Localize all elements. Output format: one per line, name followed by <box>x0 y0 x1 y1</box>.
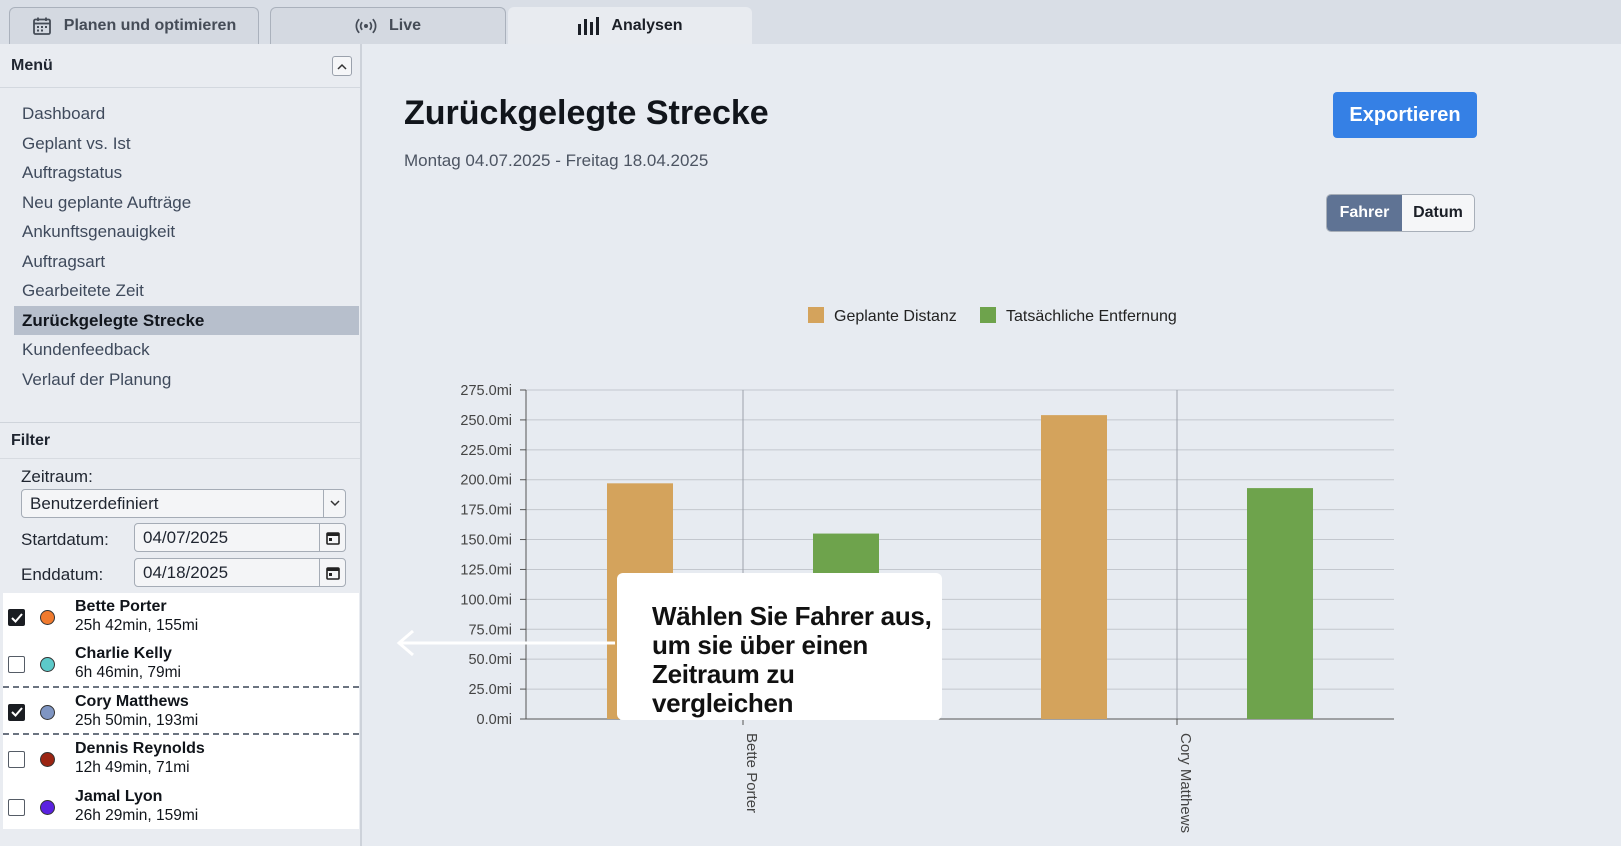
tab-analysen[interactable]: Analysen <box>508 7 752 44</box>
period-select[interactable]: Benutzerdefiniert <box>21 489 346 518</box>
tab-live[interactable]: Live <box>270 7 506 44</box>
driver-name: Jamal Lyon <box>75 787 163 805</box>
divider <box>0 422 360 423</box>
top-tab-bar: Planen und optimieren Live Analysen <box>0 0 1621 44</box>
legend-label: Geplante Distanz <box>834 308 957 325</box>
menu-list: Dashboard Geplant vs. Ist Auftragstatus … <box>14 99 359 394</box>
menu-item-dashboard[interactable]: Dashboard <box>14 99 359 129</box>
y-tick-label: 250.0mi <box>460 413 512 429</box>
chevron-down-icon <box>323 490 345 517</box>
bar <box>1041 415 1107 719</box>
period-label: Zeitraum: <box>21 467 93 486</box>
callout-text: Wählen Sie Fahrer aus, um sie über einen… <box>652 601 932 718</box>
driver-stats: 6h 46min, 79mi <box>75 664 181 682</box>
chevron-up-icon <box>337 57 347 75</box>
end-date-label: Enddatum: <box>21 565 104 584</box>
driver-checkbox[interactable] <box>8 798 25 816</box>
y-tick-label: 100.0mi <box>460 592 512 608</box>
distance-bar-chart: 0.0mi25.0mi50.0mi75.0mi100.0mi125.0mi150… <box>460 307 1394 833</box>
start-date-input[interactable]: 04/07/2025 <box>134 523 346 552</box>
legend-swatch <box>808 307 824 323</box>
y-tick-label: 175.0mi <box>460 503 512 519</box>
divider <box>0 458 360 459</box>
calendar-icon <box>32 16 52 36</box>
driver-stats: 26h 29min, 159mi <box>75 806 199 824</box>
menu-item-gearbeitete-zeit[interactable]: Gearbeitete Zeit <box>14 276 359 306</box>
driver-color-dot <box>40 704 55 720</box>
driver-color-dot <box>40 799 55 815</box>
menu-item-neu-geplante-auftraege[interactable]: Neu geplante Aufträge <box>14 188 359 218</box>
driver-checkbox[interactable] <box>8 656 25 674</box>
menu-item-ankunftsgenauigkeit[interactable]: Ankunftsgenauigkeit <box>14 217 359 247</box>
driver-checkbox[interactable] <box>8 703 25 721</box>
driver-list: Bette Porter 25h 42min, 155mi Charlie Ke… <box>3 593 359 829</box>
arrow-left-icon <box>396 629 615 657</box>
driver-name: Dennis Reynolds <box>75 740 205 758</box>
list-item[interactable]: Bette Porter 25h 42min, 155mi <box>3 593 359 640</box>
list-item[interactable]: Dennis Reynolds 12h 49min, 71mi <box>3 735 359 782</box>
menu-item-kundenfeedback[interactable]: Kundenfeedback <box>14 335 359 365</box>
tooltip-callout: Wählen Sie Fahrer aus, um sie über einen… <box>617 573 942 720</box>
menu-title: Menü <box>11 57 53 74</box>
driver-color-dot <box>40 610 55 625</box>
driver-color-dot <box>40 752 55 768</box>
calendar-picker-icon[interactable] <box>319 559 345 586</box>
calendar-picker-icon[interactable] <box>319 524 345 551</box>
tab-label: Analysen <box>611 17 683 34</box>
tab-label: Planen und optimieren <box>63 17 237 34</box>
filter-title: Filter <box>11 432 51 449</box>
list-item[interactable]: Cory Matthews 25h 50min, 193mi <box>3 688 359 736</box>
driver-stats: 25h 42min, 155mi <box>75 617 199 634</box>
start-date-label: Startdatum: <box>21 530 109 549</box>
driver-name: Bette Porter <box>75 598 167 615</box>
y-tick-label: 225.0mi <box>460 443 512 459</box>
driver-checkbox[interactable] <box>8 751 25 769</box>
y-tick-label: 25.0mi <box>468 682 512 698</box>
y-tick-label: 0.0mi <box>477 712 512 728</box>
driver-checkbox[interactable] <box>8 609 25 626</box>
driver-name: Cory Matthews <box>75 692 189 710</box>
start-date-value: 04/07/2025 <box>143 528 229 547</box>
menu-item-auftragsart[interactable]: Auftragsart <box>14 247 359 277</box>
legend-label: Tatsächliche Entfernung <box>1006 308 1177 325</box>
y-tick-label: 125.0mi <box>460 562 512 578</box>
end-date-value: 04/18/2025 <box>143 563 229 582</box>
y-tick-label: 275.0mi <box>460 383 512 399</box>
y-tick-label: 150.0mi <box>460 533 512 549</box>
x-tick-label: Cory Matthews <box>1177 733 1194 833</box>
menu-item-zurueckgelegte-strecke[interactable]: Zurückgelegte Strecke <box>14 305 359 335</box>
menu-header: Menü <box>0 44 360 88</box>
driver-stats: 25h 50min, 193mi <box>75 711 199 729</box>
driver-stats: 12h 49min, 71mi <box>75 759 190 777</box>
x-tick-label: Bette Porter <box>743 733 760 813</box>
menu-item-geplant-vs-ist[interactable]: Geplant vs. Ist <box>14 129 359 159</box>
driver-color-dot <box>40 657 55 673</box>
menu-item-auftragstatus[interactable]: Auftragstatus <box>14 158 359 188</box>
menu-item-verlauf-der-planung[interactable]: Verlauf der Planung <box>14 365 359 395</box>
list-item[interactable]: Jamal Lyon 26h 29min, 159mi <box>3 783 359 830</box>
y-tick-label: 200.0mi <box>460 473 512 489</box>
bar <box>1247 488 1313 719</box>
bar-chart-icon <box>577 16 600 36</box>
tab-label: Live <box>388 17 421 34</box>
end-date-input[interactable]: 04/18/2025 <box>134 558 346 587</box>
tab-planen[interactable]: Planen und optimieren <box>9 7 259 44</box>
collapse-button[interactable] <box>332 56 352 76</box>
broadcast-icon <box>355 17 377 35</box>
driver-name: Charlie Kelly <box>75 645 172 663</box>
list-item[interactable]: Charlie Kelly 6h 46min, 79mi <box>3 640 359 688</box>
legend-swatch <box>980 307 996 323</box>
period-select-value: Benutzerdefiniert <box>30 494 159 513</box>
